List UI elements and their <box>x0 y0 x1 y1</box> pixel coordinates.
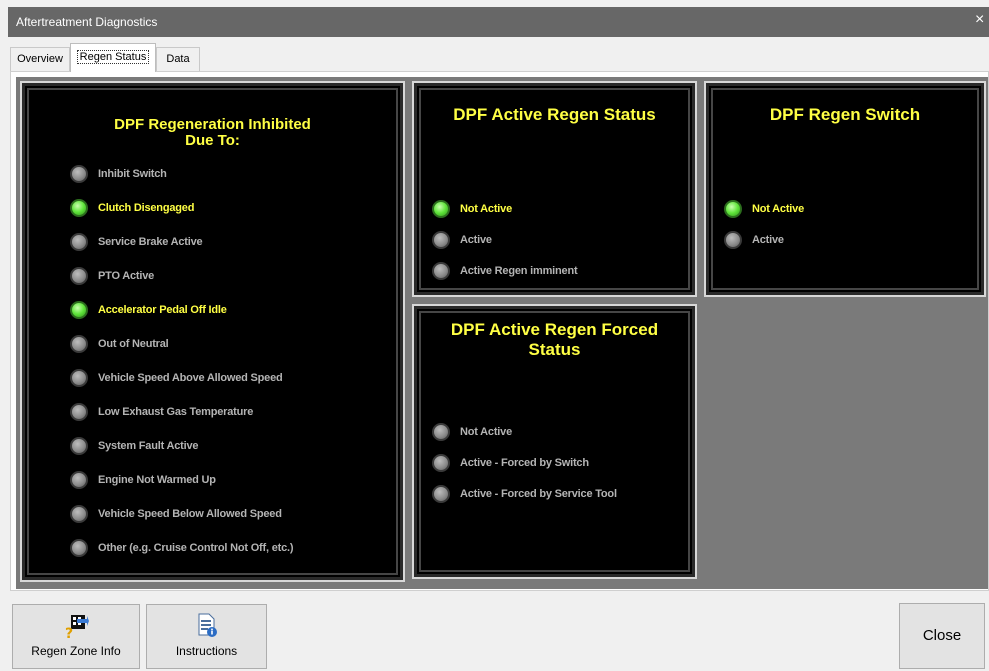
inhibit-reason-label: Engine Not Warmed Up <box>98 474 216 486</box>
inhibit-reason-indicator: Vehicle Speed Below Allowed Speed <box>70 504 282 524</box>
forced-regen-indicator: Not Active <box>432 422 512 442</box>
regen-forced-title-line2: Status <box>528 340 581 359</box>
status-lamp-off-icon <box>432 231 450 249</box>
inhibit-reason-indicator: PTO Active <box>70 266 154 286</box>
forced-regen-indicator: Active - Forced by Switch <box>432 453 589 473</box>
regen-inhibited-panel: DPF Regeneration Inhibited Due To: Inhib… <box>20 81 405 582</box>
tab-regen-status-label: Regen Status <box>76 50 150 64</box>
status-lamp-on-icon <box>70 301 88 319</box>
status-lamp-off-icon <box>724 231 742 249</box>
inhibit-reason-label: Out of Neutral <box>98 338 169 350</box>
regen-status-page: DPF Regeneration Inhibited Due To: Inhib… <box>10 71 989 591</box>
inhibit-reason-indicator: Inhibit Switch <box>70 164 167 184</box>
tab-data[interactable]: Data <box>156 47 200 71</box>
inhibit-reason-indicator: Vehicle Speed Above Allowed Speed <box>70 368 283 388</box>
inhibit-reason-label: Low Exhaust Gas Temperature <box>98 406 254 418</box>
status-lamp-off-icon <box>432 262 450 280</box>
forced-regen-label: Active - Forced by Service Tool <box>460 488 617 500</box>
status-lamp-off-icon <box>70 437 88 455</box>
active-regen-label: Not Active <box>460 203 512 215</box>
inhibit-reason-label: Vehicle Speed Above Allowed Speed <box>98 372 283 384</box>
regen-forced-status-list: Not Active Active - Forced by Switch Activ… <box>432 422 682 512</box>
inhibit-reason-indicator: Accelerator Pedal Off Idle <box>70 300 227 320</box>
close-button-label: Close <box>922 627 962 644</box>
active-regen-indicator: Active <box>432 230 492 250</box>
active-regen-indicator: Active Regen imminent <box>432 261 578 281</box>
svg-text:?: ? <box>65 626 73 639</box>
inhibit-reason-indicator: Low Exhaust Gas Temperature <box>70 402 253 422</box>
regen-switch-title: DPF Regen Switch <box>769 105 921 124</box>
regen-inhibited-list: Inhibit Switch Clutch Disengaged Service B… <box>70 164 390 564</box>
regen-inhibited-title: DPF Regeneration Inhibited Due To: <box>22 117 403 149</box>
inhibit-reason-indicator: Out of Neutral <box>70 334 169 354</box>
status-lamp-on-icon <box>724 200 742 218</box>
status-lamp-on-icon <box>70 199 88 217</box>
status-lamp-off-icon <box>432 423 450 441</box>
document-info-icon <box>196 613 218 640</box>
window-titlebar: Aftertreatment Diagnostics × <box>8 7 989 37</box>
status-lamp-off-icon <box>432 454 450 472</box>
inhibit-reason-indicator: System Fault Active <box>70 436 199 456</box>
inhibit-reason-label: PTO Active <box>98 270 155 282</box>
inhibit-reason-label: Clutch Disengaged <box>98 202 195 214</box>
active-regen-status-panel: DPF Active Regen Status Not Active Active… <box>412 81 697 297</box>
active-regen-status-list: Not Active Active Active Regen imminent <box>432 199 682 289</box>
inhibit-reason-label: Inhibit Switch <box>98 168 167 180</box>
status-lamp-off-icon <box>70 233 88 251</box>
regen-switch-indicator: Not Active <box>724 199 804 219</box>
status-lamp-off-icon <box>70 539 88 557</box>
regen-switch-panel: DPF Regen Switch Not Active Active <box>704 81 986 297</box>
regen-inhibited-title-line2: Due To: <box>185 132 240 149</box>
inhibit-reason-indicator: Clutch Disengaged <box>70 198 194 218</box>
inhibit-reason-label: Accelerator Pedal Off Idle <box>98 304 227 316</box>
status-lamp-on-icon <box>432 200 450 218</box>
inhibit-reason-indicator: Service Brake Active <box>70 232 203 252</box>
question-arrow-icon: ? <box>63 613 89 642</box>
regen-forced-status-title: DPF Active Regen Forced Status <box>414 320 695 360</box>
inhibit-reason-label: Other (e.g. Cruise Control Not Off, etc.… <box>98 542 294 554</box>
status-lamp-off-icon <box>70 267 88 285</box>
inhibit-reason-label: System Fault Active <box>98 440 199 452</box>
inhibit-reason-label: Vehicle Speed Below Allowed Speed <box>98 508 282 520</box>
forced-regen-indicator: Active - Forced by Service Tool <box>432 484 617 504</box>
regen-forced-title-line1: DPF Active Regen Forced <box>450 320 659 339</box>
regen-switch-indicator: Active <box>724 230 784 250</box>
active-regen-indicator: Not Active <box>432 199 512 219</box>
bottom-toolbar: ? Regen Zone Info Instructions Close <box>8 597 989 671</box>
active-regen-status-title: DPF Active Regen Status <box>453 105 656 124</box>
regen-forced-status-panel: DPF Active Regen Forced Status Not Activ… <box>412 304 697 579</box>
forced-regen-label: Active - Forced by Switch <box>460 457 589 469</box>
regen-zone-info-label: Regen Zone Info <box>31 644 121 658</box>
status-lamp-off-icon <box>432 485 450 503</box>
active-regen-label: Active <box>460 234 492 246</box>
status-lamp-off-icon <box>70 335 88 353</box>
inhibit-reason-indicator: Engine Not Warmed Up <box>70 470 216 490</box>
regen-switch-list: Not Active Active <box>724 199 974 259</box>
status-lamp-off-icon <box>70 369 88 387</box>
close-button[interactable]: Close <box>899 603 985 669</box>
regen-switch-label: Active <box>752 234 784 246</box>
tab-data-label: Data <box>166 53 190 65</box>
status-lamp-off-icon <box>70 165 88 183</box>
status-lamp-off-icon <box>70 505 88 523</box>
instructions-button[interactable]: Instructions <box>146 604 267 669</box>
active-regen-label: Active Regen imminent <box>460 265 578 277</box>
window-close-icon[interactable]: × <box>975 11 989 29</box>
tab-overview[interactable]: Overview <box>10 47 70 71</box>
tab-overview-label: Overview <box>17 53 63 65</box>
regen-status-area: DPF Regeneration Inhibited Due To: Inhib… <box>16 77 988 589</box>
inhibit-reason-label: Service Brake Active <box>98 236 203 248</box>
instructions-label: Instructions <box>175 644 238 658</box>
regen-inhibited-title-line1: DPF Regeneration Inhibited <box>114 116 311 133</box>
inhibit-reason-indicator: Other (e.g. Cruise Control Not Off, etc.… <box>70 538 294 558</box>
window-title: Aftertreatment Diagnostics <box>16 15 158 29</box>
regen-switch-label: Not Active <box>752 203 804 215</box>
status-lamp-off-icon <box>70 471 88 489</box>
status-lamp-off-icon <box>70 403 88 421</box>
window-body: Overview Regen Status Data DPF Regenerat… <box>8 37 989 671</box>
regen-zone-info-button[interactable]: ? Regen Zone Info <box>12 604 140 669</box>
forced-regen-label: Not Active <box>460 426 512 438</box>
tab-regen-status[interactable]: Regen Status <box>70 43 156 72</box>
